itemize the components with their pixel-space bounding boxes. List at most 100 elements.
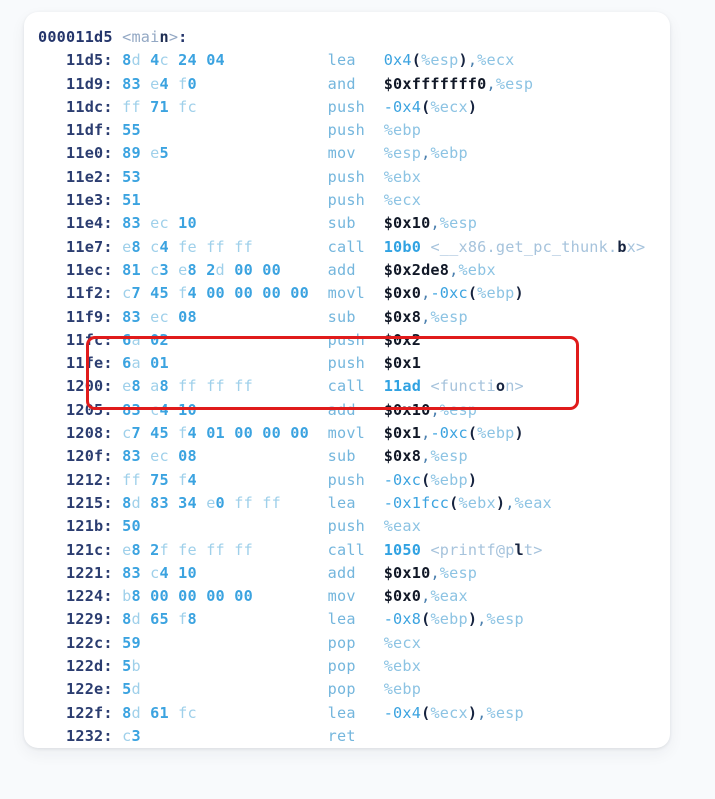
byte-space [141, 564, 150, 582]
byte-space [141, 308, 150, 326]
instruction-bytes: 59 [122, 634, 141, 652]
instruction-address: 11dc [38, 97, 104, 116]
paren: ( [467, 424, 478, 443]
instruction-line[interactable]: 122d: 5b pop %ebx [38, 655, 670, 678]
instruction-bytes: 8d 83 34 e0 ff ff [122, 494, 281, 512]
instruction-line[interactable]: 1205: 83 c4 10 add $0x10,%esp [38, 399, 670, 422]
byte-space [169, 564, 178, 582]
address-colon: : [103, 51, 113, 70]
byte-space [169, 424, 178, 442]
byte-space [253, 424, 262, 442]
instruction-line[interactable]: 11e0: 89 e5 mov %esp,%ebp [38, 142, 670, 165]
instruction-line[interactable]: 11dc: ff 71 fc push -0x4(%ecx) [38, 96, 670, 119]
instruction-line[interactable]: 1215: 8d 83 34 e0 ff ff lea -0x1fcc(%ebx… [38, 492, 670, 515]
instruction-line[interactable]: 1208: c7 45 f4 01 00 00 00 movl $0x1,-0x… [38, 422, 670, 445]
instruction-bytes: ff 71 fc [122, 98, 197, 116]
instruction-line[interactable]: 122e: 5d pop %ebp [38, 678, 670, 701]
instruction-line[interactable]: 11e4: 83 ec 10 sub $0x10,%esp [38, 212, 670, 235]
byte-letter: f [206, 377, 216, 396]
register-name: %esp [439, 563, 478, 582]
immediate-value: $0x2 [383, 330, 422, 349]
address-colon: : [103, 610, 113, 629]
disassembly-listing[interactable]: 000011d5 <main>: 11d5: 8d 4c 24 04 lea 0… [38, 26, 670, 748]
register-name: %ebp [430, 144, 468, 163]
instruction-line[interactable]: 1200: e8 a8 ff ff ff call 11ad <function… [38, 375, 670, 398]
register-name: %eax [514, 493, 552, 512]
instruction-line[interactable]: 120f: 83 ec 08 sub $0x8,%esp [38, 445, 670, 468]
instruction-operands: -0x4(%ecx),%esp [384, 704, 524, 722]
instruction-line[interactable]: 11e7: e8 c4 fe ff ff call 10b0 <__x86.ge… [38, 236, 670, 259]
instruction-line[interactable]: 11d5: 8d 4c 24 04 lea 0x4(%esp),%ecx [38, 49, 670, 72]
address-colon: : [103, 540, 113, 559]
byte-digit: 1 [178, 563, 188, 582]
instruction-line[interactable]: 11f9: 83 ec 08 sub $0x8,%esp [38, 306, 670, 329]
instruction-line[interactable]: 121b: 50 push %eax [38, 515, 670, 538]
instruction-mnemonic: push [327, 470, 384, 489]
immediate-value: $0x0 [383, 284, 422, 303]
byte-space [169, 261, 178, 279]
symbol-char: t [561, 237, 571, 256]
symbol-char: l [514, 540, 524, 559]
instruction-bytes: 5b [122, 657, 141, 675]
instruction-line[interactable]: 122c: 59 pop %ecx [38, 632, 670, 655]
bytes-padding [141, 634, 328, 652]
symbol-open-bracket: < [430, 237, 440, 256]
byte-letter: e [187, 540, 197, 559]
instruction-line[interactable]: 1224: b8 00 00 00 00 mov $0x0,%eax [38, 585, 670, 608]
address-colon: : [103, 330, 113, 349]
instruction-operands: %ecx [384, 634, 421, 652]
instruction-address: 1224 [38, 587, 104, 606]
byte-space [141, 75, 150, 93]
byte-space [141, 424, 150, 442]
instruction-address: 1232 [38, 726, 104, 745]
symbol-close-bracket: > [168, 28, 179, 46]
address-colon: : [103, 144, 113, 163]
byte-letter: d [131, 610, 141, 629]
byte-digit: 5 [159, 144, 169, 163]
register-name: %ecx [430, 97, 468, 116]
instruction-bytes: 8d 4c 24 04 [122, 51, 225, 69]
byte-digit: 0 [206, 51, 216, 70]
instruction-line[interactable]: 1212: ff 75 f4 push -0xc(%ebp) [38, 469, 670, 492]
register-name: %esp [421, 51, 459, 70]
instruction-line[interactable]: 121c: e8 2f fe ff ff call 1050 <printf@p… [38, 539, 670, 562]
byte-digit: 3 [131, 563, 141, 582]
instruction-line[interactable]: 1229: 8d 65 f8 lea -0x8(%ebp),%esp [38, 608, 670, 631]
paren: ) [514, 424, 524, 443]
instruction-line[interactable]: 122f: 8d 61 fc lea -0x4(%ecx),%esp [38, 702, 670, 725]
instruction-line[interactable]: 11fe: 6a 01 push $0x1 [38, 352, 670, 375]
byte-space [141, 238, 150, 256]
instruction-bytes: 83 c4 10 [122, 564, 197, 582]
instruction-line[interactable]: 11fc: 6a 02 push $0x2 [38, 329, 670, 352]
instruction-line[interactable]: 11e2: 53 push %ebx [38, 166, 670, 189]
instruction-line[interactable]: 1232: c3 ret [38, 725, 670, 748]
address-colon: : [103, 587, 113, 606]
symbol-char: b [617, 237, 627, 256]
instruction-line[interactable]: 11f2: c7 45 f4 00 00 00 00 movl $0x0,-0x… [38, 282, 670, 305]
instruction-line[interactable]: 11e3: 51 push %ecx [38, 189, 670, 212]
symbol-char: . [607, 237, 618, 256]
instruction-line[interactable]: 11d9: 83 e4 f0 and $0xfffffff0,%esp [38, 73, 670, 96]
byte-space [169, 447, 178, 465]
instruction-mnemonic: add [327, 260, 384, 279]
operand-separator: , [505, 493, 515, 512]
byte-space [225, 494, 234, 512]
bytes-padding [197, 610, 328, 628]
instruction-line[interactable]: 1221: 83 c4 10 add $0x10,%esp [38, 562, 670, 585]
instruction-line[interactable]: 11ec: 81 c3 e8 2d 00 00 add $0x2de8,%ebx [38, 259, 670, 282]
instruction-address: 122d [38, 657, 104, 676]
instruction-mnemonic: add [327, 400, 384, 419]
byte-digit: 7 [131, 424, 141, 443]
instruction-line[interactable]: 11df: 55 push %ebp [38, 119, 670, 142]
byte-letter: f [271, 493, 281, 512]
displacement-value: 0x4 [383, 51, 412, 70]
